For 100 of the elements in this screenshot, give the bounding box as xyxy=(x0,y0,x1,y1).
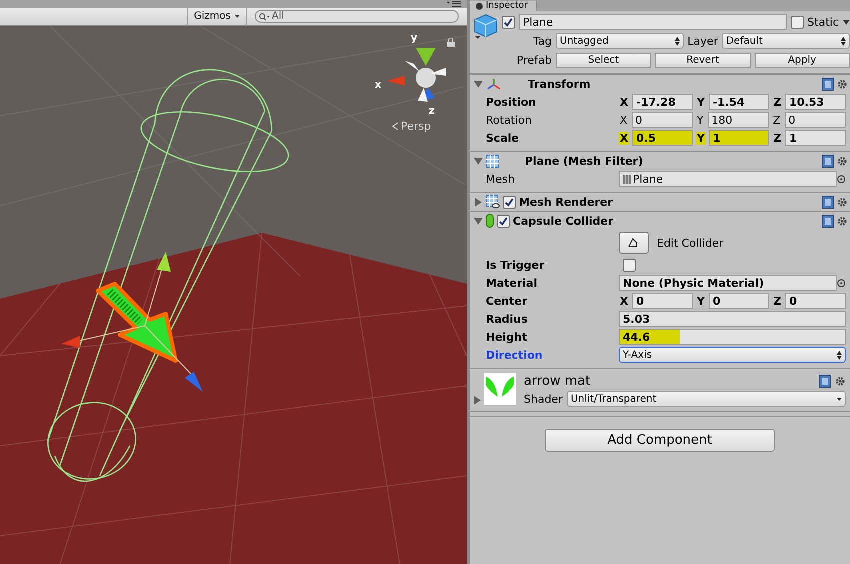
axis-label: Z xyxy=(772,96,782,108)
component-title[interactable]: Plane (Mesh Filter) xyxy=(525,154,819,168)
grid-eye-icon xyxy=(486,195,500,209)
edit-collider-label: Edit Collider xyxy=(657,236,724,250)
property-label: Mesh xyxy=(486,172,516,186)
number-field[interactable]: 0.5 xyxy=(632,130,693,146)
add-component-button[interactable]: Add Component xyxy=(545,429,775,452)
static-label: Static xyxy=(808,16,839,28)
axis-label: X xyxy=(619,114,629,126)
axis-label: Z xyxy=(772,114,782,126)
number-field[interactable]: 0 xyxy=(708,293,770,309)
gear-icon[interactable] xyxy=(837,78,848,90)
edit-collider-button[interactable] xyxy=(619,232,649,254)
property-label: Direction xyxy=(486,348,544,362)
object-picker-icon[interactable] xyxy=(837,174,846,184)
layer-dropdown[interactable]: Default xyxy=(722,33,850,49)
mesh-icon xyxy=(623,174,631,184)
name-field[interactable]: Plane xyxy=(519,14,787,30)
gear-icon[interactable] xyxy=(837,216,848,226)
component-title[interactable]: Capsule Collider xyxy=(513,214,819,228)
z-axis-label: z xyxy=(429,106,435,117)
component-title[interactable]: Mesh Renderer xyxy=(519,196,819,208)
axis-label: Y xyxy=(696,96,706,108)
tag-dropdown[interactable]: Untagged xyxy=(556,33,684,49)
shader-dropdown[interactable]: Unlit/Transparent xyxy=(566,391,846,407)
axis-label: X xyxy=(619,96,630,108)
number-field[interactable]: 0 xyxy=(632,112,693,128)
property-label: Position xyxy=(486,96,538,108)
up-down-icon xyxy=(674,36,680,46)
search-field[interactable]: All xyxy=(255,10,459,23)
x-axis-label: x xyxy=(375,80,382,91)
caret-icon[interactable] xyxy=(843,20,850,24)
property-label: Radius xyxy=(486,312,529,326)
property-label: Height xyxy=(486,330,528,344)
help-book-icon[interactable] xyxy=(822,78,834,90)
chevron-icon xyxy=(392,122,399,131)
menu-icon[interactable] xyxy=(447,1,461,7)
number-field[interactable]: 1 xyxy=(708,130,770,146)
foldout-icon[interactable] xyxy=(474,80,483,88)
number-field[interactable]: 0 xyxy=(785,293,846,309)
checkbox[interactable] xyxy=(497,214,510,228)
caret-icon xyxy=(837,398,842,400)
component-title[interactable]: Transform xyxy=(528,78,819,90)
prefab-button[interactable]: Apply xyxy=(754,52,850,68)
inspector-tab[interactable]: Inspector xyxy=(470,1,537,11)
grid-icon xyxy=(486,154,499,168)
number-field[interactable]: 180 xyxy=(708,112,770,128)
axis-gizmo-drawing xyxy=(387,48,446,102)
gear-icon[interactable] xyxy=(837,156,848,166)
foldout-icon[interactable] xyxy=(474,156,483,166)
object-picker-icon[interactable] xyxy=(837,278,846,288)
foldout-icon[interactable] xyxy=(473,396,482,405)
help-book-icon[interactable] xyxy=(822,214,834,228)
projection-label[interactable]: Persp xyxy=(392,120,432,133)
gear-icon[interactable] xyxy=(837,196,848,208)
help-book-icon[interactable] xyxy=(822,154,834,168)
axis-label: Y xyxy=(696,132,706,144)
axis-label: X xyxy=(619,294,630,308)
scene-drawing[interactable] xyxy=(0,26,467,564)
property-label: Center xyxy=(486,294,529,308)
number-field[interactable]: 44.6 xyxy=(619,329,846,345)
object-field[interactable]: Plane xyxy=(619,171,837,187)
y-axis-label: y xyxy=(411,33,418,44)
prefab-button[interactable]: Revert xyxy=(655,52,751,68)
dropdown[interactable]: Y-Axis xyxy=(619,347,846,363)
property-label: Is Trigger xyxy=(486,258,546,272)
number-field[interactable]: -17.28 xyxy=(632,94,693,110)
checkbox[interactable] xyxy=(623,258,636,272)
checkbox[interactable] xyxy=(502,16,515,28)
layer-label: Layer xyxy=(688,34,718,48)
foldout-icon[interactable] xyxy=(474,216,483,226)
lock-icon[interactable] xyxy=(447,38,455,47)
tag-label: Tag xyxy=(532,34,552,48)
object-field[interactable]: None (Physic Material) xyxy=(619,275,837,291)
axis-label: Z xyxy=(772,294,782,308)
number-field[interactable]: 0 xyxy=(784,112,846,128)
prefab-button[interactable]: Select xyxy=(556,52,652,68)
axis-label: Y xyxy=(696,114,705,126)
help-book-icon[interactable] xyxy=(822,196,834,208)
number-field[interactable]: 10.53 xyxy=(785,94,846,110)
caret-icon xyxy=(235,15,240,18)
capsule-icon xyxy=(486,214,494,228)
axis-label: Z xyxy=(772,132,782,144)
checkbox[interactable] xyxy=(790,16,804,28)
shader-label: Shader xyxy=(524,392,563,406)
gear-icon[interactable] xyxy=(835,376,846,386)
number-field[interactable]: 1 xyxy=(785,130,846,146)
gizmos-dropdown[interactable]: Gizmos xyxy=(187,8,247,25)
number-field[interactable]: 0 xyxy=(632,293,693,309)
checkbox[interactable] xyxy=(503,196,516,208)
up-down-icon xyxy=(837,350,842,360)
cube-icon xyxy=(474,14,498,40)
help-book-icon[interactable] xyxy=(819,374,831,388)
number-field[interactable]: 5.03 xyxy=(619,311,846,327)
property-label: Rotation xyxy=(486,114,534,126)
foldout-icon[interactable] xyxy=(474,198,483,206)
number-field[interactable]: -1.54 xyxy=(708,94,770,110)
search-icon xyxy=(259,13,270,21)
property-label: Material xyxy=(486,276,538,290)
axes-icon xyxy=(486,77,502,91)
